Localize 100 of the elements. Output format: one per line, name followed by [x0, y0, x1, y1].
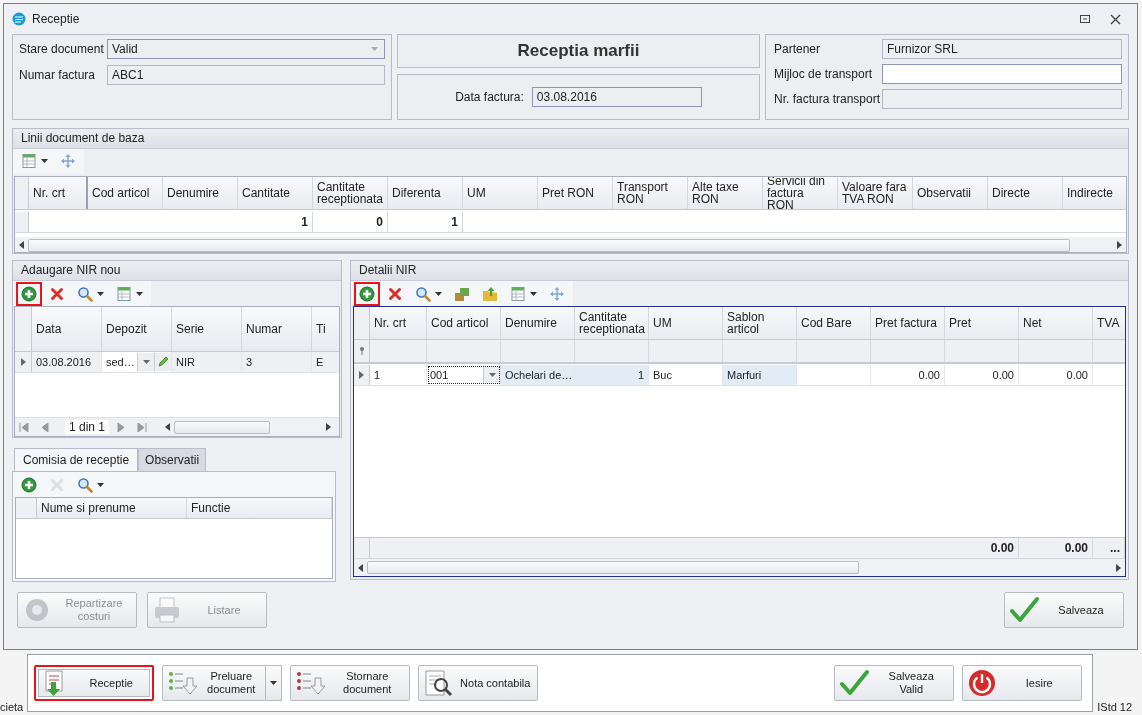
- cross-icon: [387, 285, 403, 302]
- save-button[interactable]: Salveaza: [1004, 592, 1124, 628]
- column-header[interactable]: Net: [1019, 307, 1093, 339]
- column-header[interactable]: Valoare fara TVA RON: [838, 176, 913, 209]
- column-header[interactable]: Ti: [312, 307, 339, 351]
- total-cell: 0.00: [990, 541, 1014, 555]
- pencil-icon: [157, 356, 169, 368]
- input-field[interactable]: [882, 64, 1122, 84]
- caret-icon: [97, 482, 104, 487]
- column-header[interactable]: Cod articol: [88, 176, 163, 209]
- column-header[interactable]: Cod Bare: [797, 307, 871, 339]
- column-header[interactable]: Alte taxe RON: [688, 176, 763, 209]
- caret-icon: [136, 291, 143, 296]
- column-header[interactable]: UM: [463, 176, 538, 209]
- folder-arrow-icon: [482, 285, 498, 302]
- column-header[interactable]: Nume si prenume: [37, 498, 187, 518]
- background-text: IStd 12: [1097, 701, 1133, 715]
- page-indicator: 1 din 1: [65, 420, 110, 434]
- accounting-note-button[interactable]: Nota contabila: [418, 665, 539, 701]
- checkmark-icon: [839, 668, 870, 698]
- save-valid-button[interactable]: Salveaza Valid: [834, 665, 955, 701]
- tab[interactable]: Comisia de receptie: [14, 448, 139, 471]
- column-header[interactable]: Cantitate receptionata: [313, 176, 388, 209]
- add-button[interactable]: [354, 281, 380, 306]
- total-cell: ...: [1110, 541, 1120, 555]
- column-header[interactable]: Numar: [242, 307, 312, 351]
- column-header[interactable]: Serie: [172, 307, 242, 351]
- close-icon[interactable]: [1110, 13, 1121, 25]
- menu-button[interactable]: [266, 665, 283, 701]
- date-field[interactable]: 03.08.2016: [531, 87, 702, 107]
- reverse-document-button[interactable]: Stornare document: [290, 665, 411, 701]
- background-text: cieta: [0, 701, 24, 715]
- column-header[interactable]: Servicii din factura RON: [763, 176, 838, 209]
- receipt-button[interactable]: Receptie: [34, 665, 155, 701]
- column-header[interactable]: Nr. crt: [370, 307, 427, 339]
- caret-icon: [530, 291, 537, 296]
- restore-icon[interactable]: [1080, 14, 1090, 24]
- plus-icon: [359, 285, 375, 302]
- boxes-icon: [454, 285, 470, 302]
- input-field[interactable]: [882, 89, 1122, 109]
- table-cell: 0.00: [992, 369, 1014, 381]
- caret-icon: [41, 159, 48, 164]
- column-header[interactable]: Depozit: [102, 307, 172, 351]
- exit-button[interactable]: Iesire: [962, 665, 1083, 701]
- table-cell[interactable]: 001: [430, 369, 483, 381]
- column-header[interactable]: Pret: [945, 307, 1019, 339]
- column-header[interactable]: Data: [32, 307, 102, 351]
- add-button[interactable]: [16, 281, 42, 306]
- column-header[interactable]: Directe: [988, 176, 1063, 209]
- table-cell: 3: [246, 356, 253, 368]
- tab[interactable]: Observatii: [138, 448, 207, 471]
- cross-icon: [49, 476, 65, 493]
- input-field[interactable]: ABC1: [107, 65, 385, 85]
- column-header[interactable]: Denumire: [501, 307, 575, 339]
- four-arrows-icon: [60, 153, 76, 170]
- edit-button[interactable]: [154, 353, 171, 371]
- search-icon: [77, 285, 93, 302]
- field-label: Numar factura: [19, 68, 97, 82]
- column-header[interactable]: Denumire: [163, 176, 238, 209]
- column-header[interactable]: Nr. crt: [29, 176, 88, 209]
- horizontal-scrollbar[interactable]: [354, 559, 1125, 576]
- row-indicator-icon: [20, 358, 26, 366]
- sheet-icon: [116, 285, 132, 302]
- table-cell: Buc: [653, 369, 672, 381]
- column-header[interactable]: Cod articol: [427, 307, 501, 339]
- table-row[interactable]: 1 001 Ochelari de… 1 Buc Marfuri 0.00 0.00 0.00: [354, 365, 1125, 386]
- app-icon: [12, 12, 26, 26]
- caret-icon: [371, 47, 378, 51]
- horizontal-scrollbar[interactable]: [15, 236, 1126, 252]
- status-dropdown[interactable]: Valid: [107, 39, 385, 59]
- panel-title: Linii document de baza: [13, 129, 1128, 149]
- table-row[interactable]: 03.08.2016 sed… NIR 3 E: [15, 352, 339, 373]
- column-header[interactable]: Cantitate: [238, 176, 313, 209]
- column-header[interactable]: TVA: [1093, 307, 1125, 339]
- checkmark-icon: [1009, 595, 1039, 625]
- table-cell: 1: [637, 369, 644, 381]
- caret-icon: [435, 291, 442, 296]
- column-header[interactable]: Functie: [187, 498, 332, 518]
- field-label: Partener: [774, 42, 822, 56]
- column-header[interactable]: Pret RON: [538, 176, 613, 209]
- search-icon: [415, 285, 431, 302]
- column-header[interactable]: Indirecte: [1063, 176, 1126, 209]
- import-document-button[interactable]: Preluare document: [162, 665, 267, 701]
- dropdown-button[interactable]: [137, 353, 154, 371]
- search-icon: [77, 476, 93, 493]
- table-cell: E: [316, 356, 324, 368]
- total-cell: 1: [301, 214, 308, 229]
- document-heading: Receptia marfii: [517, 41, 640, 61]
- column-header[interactable]: Cantitate receptionata: [575, 307, 649, 339]
- sheet-icon: [21, 153, 37, 170]
- column-header[interactable]: Diferenta: [388, 176, 463, 209]
- total-cell: 1: [451, 214, 458, 229]
- input-field[interactable]: Furnizor SRL: [882, 39, 1122, 59]
- column-header[interactable]: Sablon articol: [723, 307, 797, 339]
- dropdown-button[interactable]: [483, 366, 500, 384]
- column-header[interactable]: UM: [649, 307, 723, 339]
- column-header[interactable]: Pret factura: [871, 307, 945, 339]
- column-header[interactable]: Transport RON: [613, 176, 688, 209]
- plus-icon: [21, 285, 37, 302]
- column-header[interactable]: Observatii: [913, 176, 988, 209]
